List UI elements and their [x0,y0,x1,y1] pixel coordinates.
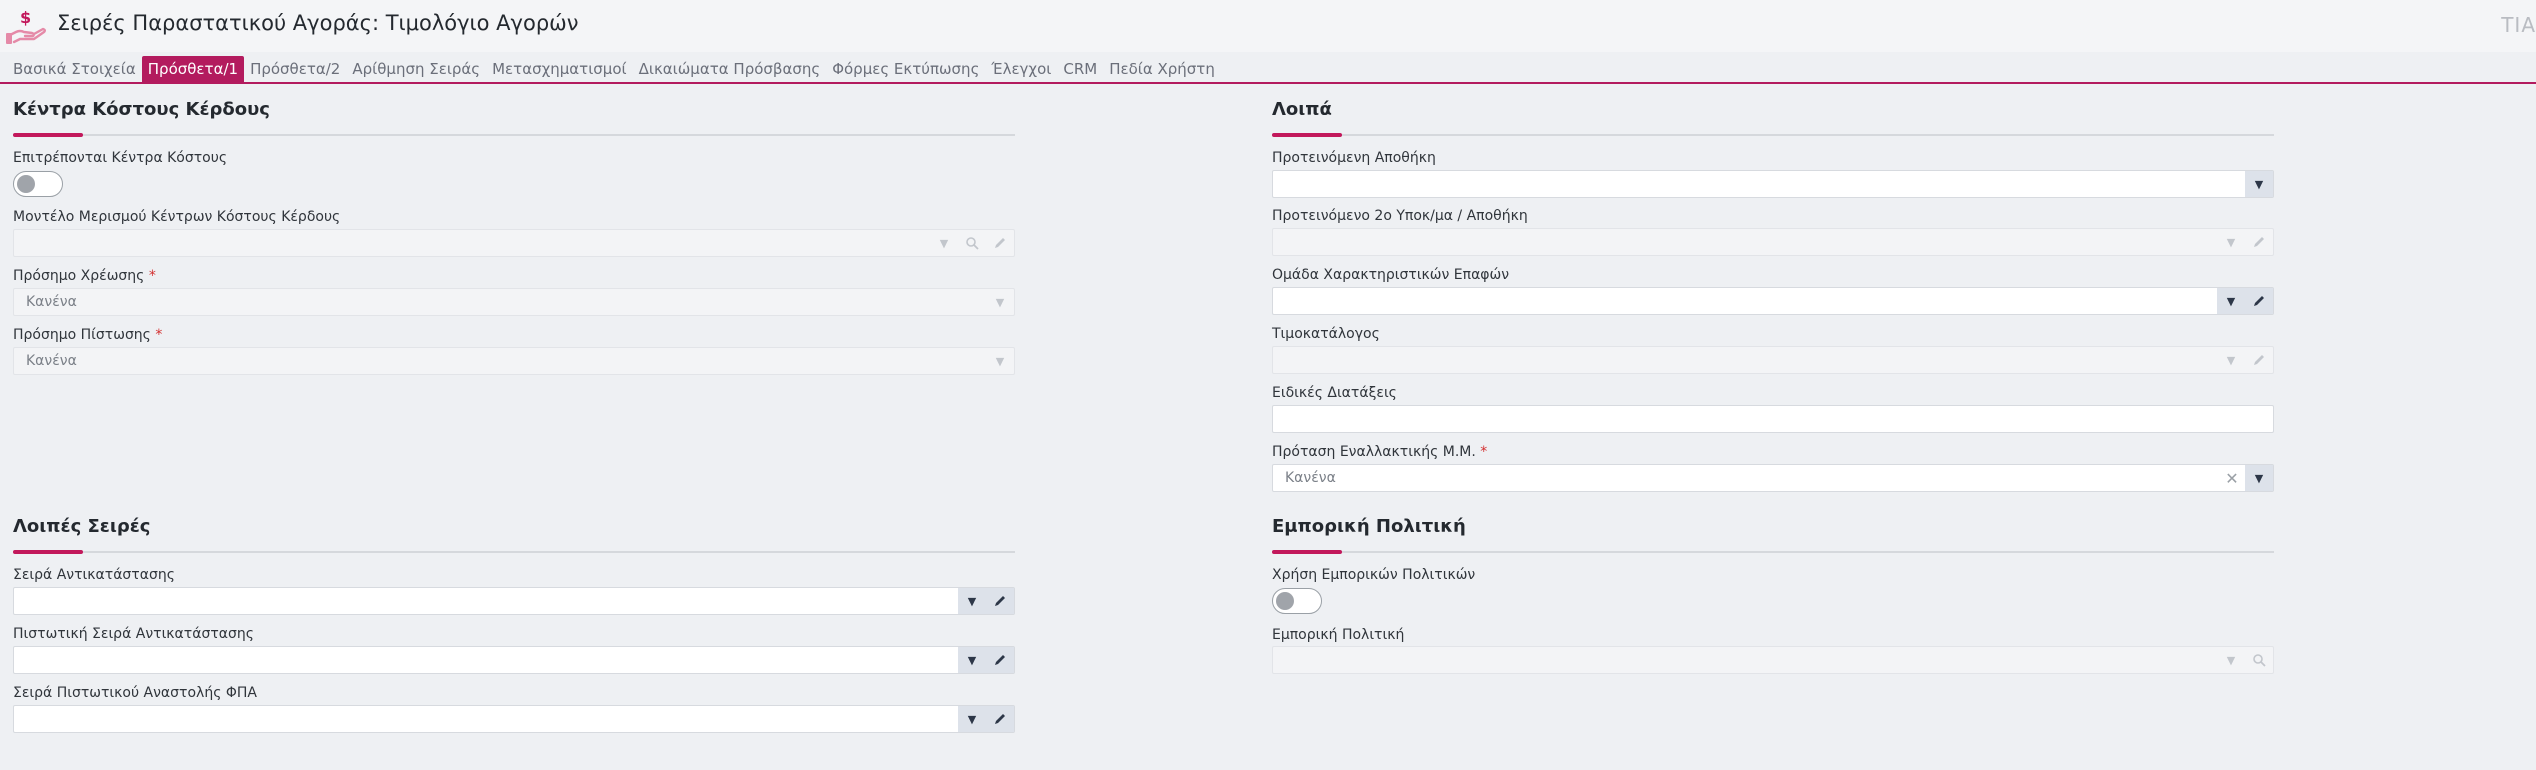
search-icon[interactable] [2245,647,2273,673]
alt-uom-select[interactable]: Κανένα ✕ ▼ [1272,464,2274,492]
tab-transformations[interactable]: Μετασχηματισμοί [486,56,633,82]
chevron-down-icon[interactable]: ▼ [930,230,958,256]
tabs-divider [0,82,2536,84]
tab-numbering[interactable]: Αρίθμηση Σειράς [346,56,486,82]
pencil-icon[interactable] [986,588,1014,614]
debit-sign-label: Πρόσημο Χρέωσης * [13,268,156,284]
chevron-down-icon[interactable]: ▼ [2217,347,2245,373]
chevron-down-icon[interactable]: ▼ [986,348,1014,374]
tab-extra-2[interactable]: Πρόσθετα/2 [244,56,346,82]
toggle-knob [1276,592,1294,610]
chevron-down-icon[interactable]: ▼ [2217,647,2245,673]
pencil-icon[interactable] [986,706,1014,732]
allow-cost-centers-toggle[interactable] [13,171,63,197]
warehouse-select[interactable]: ▼ [1272,170,2274,198]
required-marker: * [148,268,156,284]
other-section: Λοιπά [1272,98,2274,137]
special-provisions-label: Ειδικές Διατάξεις [1272,385,1397,401]
allocation-model-field[interactable]: ▼ [13,229,1015,257]
chevron-down-icon[interactable]: ▼ [958,588,986,614]
section-divider [1272,550,2274,554]
required-marker: * [155,327,163,343]
debit-sign-value: Κανένα [26,294,77,310]
section-title: Λοιπά [1272,99,1332,120]
credit-replacement-series-label: Πιστωτική Σειρά Αντικατάστασης [13,626,254,642]
credit-replacement-series-field[interactable]: ▼ [13,646,1015,674]
tab-user-fields[interactable]: Πεδία Χρήστη [1103,56,1221,82]
tab-basic-info[interactable]: Βασικά Στοιχεία [8,56,142,82]
user-avatar[interactable]: ΤΙΑ [2501,13,2536,37]
pencil-icon[interactable] [2245,288,2273,314]
section-title: Κέντρα Κόστους Κέρδους [13,99,270,120]
chevron-down-icon[interactable]: ▼ [986,289,1014,315]
credit-sign-label: Πρόσημο Πίστωσης * [13,327,163,343]
contact-group-field[interactable]: ▼ [1272,287,2274,315]
tab-crm[interactable]: CRM [1057,56,1103,82]
pencil-icon[interactable] [2245,229,2273,255]
section-title: Λοιπές Σειρές [13,516,151,537]
replacement-series-label: Σειρά Αντικατάστασης [13,567,175,583]
cost-centers-section: Κέντρα Κόστους Κέρδους [13,98,1015,137]
chevron-down-icon[interactable]: ▼ [2245,465,2273,491]
page-title: Σειρές Παραστατικού Αγοράς: Τιμολόγιο Αγ… [57,11,579,35]
commercial-policy-section: Εμπορική Πολιτική [1272,515,2274,554]
chevron-down-icon[interactable]: ▼ [2245,171,2273,197]
hand-holding-dollar-icon: $ [6,8,46,44]
warehouse-label: Προτεινόμενη Αποθήκη [1272,150,1436,166]
chevron-down-icon[interactable]: ▼ [2217,288,2245,314]
clear-icon[interactable]: ✕ [2219,465,2245,491]
commercial-policy-label: Εμπορική Πολιτική [1272,627,1405,643]
use-commercial-policies-toggle[interactable] [1272,588,1322,614]
pencil-icon[interactable] [986,647,1014,673]
replacement-series-field[interactable]: ▼ [13,587,1015,615]
pricelist-field[interactable]: ▼ [1272,346,2274,374]
other-series-section: Λοιπές Σειρές [13,515,1015,554]
vat-suspension-series-field[interactable]: ▼ [13,705,1015,733]
svg-text:$: $ [20,8,31,27]
contact-group-label: Ομάδα Χαρακτηριστικών Επαφών [1272,267,1510,283]
special-provisions-input[interactable] [1272,405,2274,433]
tab-bar: Βασικά Στοιχεία Πρόσθετα/1 Πρόσθετα/2 Αρ… [8,56,1221,82]
section-divider [1272,133,2274,137]
debit-sign-select[interactable]: Κανένα ▼ [13,288,1015,316]
alt-uom-value: Κανένα [1285,470,1336,486]
pencil-icon[interactable] [986,230,1014,256]
vat-suspension-series-label: Σειρά Πιστωτικού Αναστολής ΦΠΑ [13,685,257,701]
use-commercial-policies-label: Χρήση Εμπορικών Πολιτικών [1272,567,1476,583]
branch-warehouse-label: Προτεινόμενο 2ο Υποκ/μα / Αποθήκη [1272,208,1528,224]
toggle-knob [17,175,35,193]
commercial-policy-field[interactable]: ▼ [1272,646,2274,674]
search-icon[interactable] [958,230,986,256]
allocation-model-label: Μοντέλο Μερισμού Κέντρων Κόστους Κέρδους [13,209,341,225]
required-marker: * [1480,444,1488,460]
pricelist-label: Τιμοκατάλογος [1272,326,1380,342]
alt-uom-label: Πρόταση Εναλλακτικής Μ.Μ. * [1272,444,1488,460]
chevron-down-icon[interactable]: ▼ [958,647,986,673]
tab-access-rights[interactable]: Δικαιώματα Πρόσβασης [633,56,827,82]
section-title: Εμπορική Πολιτική [1272,516,1466,537]
credit-sign-select[interactable]: Κανένα ▼ [13,347,1015,375]
section-divider [13,550,1015,554]
chevron-down-icon[interactable]: ▼ [2217,229,2245,255]
tab-print-forms[interactable]: Φόρμες Εκτύπωσης [826,56,985,82]
header: $ Σειρές Παραστατικού Αγοράς: Τιμολόγιο … [0,0,2536,52]
chevron-down-icon[interactable]: ▼ [958,706,986,732]
tab-extra-1[interactable]: Πρόσθετα/1 [141,56,245,82]
pencil-icon[interactable] [2245,347,2273,373]
section-divider [13,133,1015,137]
allow-cost-centers-label: Επιτρέπονται Κέντρα Κόστους [13,150,228,166]
credit-sign-value: Κανένα [26,353,77,369]
tab-checks[interactable]: Έλεγχοι [985,56,1057,82]
branch-warehouse-field[interactable]: ▼ [1272,228,2274,256]
